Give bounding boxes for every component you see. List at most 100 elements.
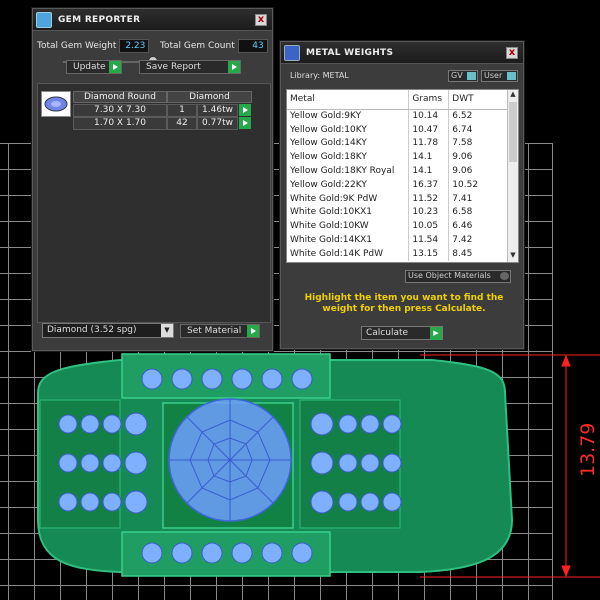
- play-arrow-icon: ▶: [430, 327, 442, 340]
- metal-name-cell: Yellow Gold:9KY: [287, 109, 410, 123]
- grams-cell: 14.1: [408, 150, 450, 165]
- update-button-label: Update: [73, 62, 106, 72]
- table-scrollbar[interactable]: ▲ ▼: [507, 90, 518, 262]
- grams-cell: 11.52: [408, 191, 450, 206]
- user-toggle-label: User: [484, 71, 503, 80]
- metal-name-cell: White Gold:10KX1: [287, 205, 410, 220]
- metal-name-cell: Yellow Gold:18KY: [287, 150, 410, 165]
- material-select[interactable]: Diamond (3.52 spg) ▼: [42, 323, 174, 338]
- update-button[interactable]: Update: [66, 60, 122, 74]
- play-arrow-icon: [228, 61, 240, 73]
- table-row[interactable]: Yellow Gold:22KY 16.37 10.52: [287, 177, 509, 192]
- table-row[interactable]: Yellow Gold:10KY 10.47 6.74: [287, 122, 509, 137]
- metal-name-cell: White Gold:9K PdW: [287, 191, 410, 206]
- grams-cell: 14.1: [408, 164, 450, 178]
- gem-count-cell[interactable]: 42: [167, 117, 197, 130]
- metal-table: Metal Grams DWT Yellow Gold:9KY 10.14 6.52…: [286, 89, 519, 263]
- metal-name-cell: Yellow Gold:10KY: [287, 122, 410, 137]
- table-header-gem-type: Diamond Round: [73, 91, 167, 103]
- scroll-down-icon[interactable]: ▼: [508, 251, 518, 262]
- use-object-materials-label: Use Object Materials: [408, 271, 491, 280]
- metal-name-cell: Yellow Gold:14KY: [287, 136, 410, 151]
- gem-weight-cell[interactable]: 0.77tw: [197, 117, 238, 130]
- column-header-grams[interactable]: Grams: [408, 90, 450, 110]
- grams-cell: 10.14: [408, 109, 450, 123]
- grams-cell: 10.47: [408, 122, 450, 137]
- select-row-arrow-icon[interactable]: [239, 104, 251, 116]
- dwt-cell: 6.74: [448, 122, 509, 137]
- table-row[interactable]: White Gold:14K PdW 13.15 8.45: [287, 246, 509, 261]
- dwt-cell: 9.06: [448, 150, 509, 165]
- gv-toggle-label: GV: [451, 71, 463, 80]
- material-select-value: Diamond (3.52 spg): [47, 325, 137, 335]
- save-report-label: Save Report: [146, 62, 201, 72]
- user-toggle[interactable]: User: [481, 70, 518, 82]
- gem-size-cell[interactable]: 1.70 X 1.70: [73, 117, 167, 130]
- chevron-down-icon: ▼: [161, 324, 173, 337]
- select-row-arrow-icon[interactable]: [239, 117, 251, 129]
- grams-cell: 10.23: [408, 205, 450, 220]
- gem-thumbnail[interactable]: [41, 91, 71, 117]
- metal-name-cell: White Gold:10KW: [287, 219, 410, 234]
- gem-size-cell[interactable]: 7.30 X 7.30: [73, 104, 167, 117]
- total-gem-count-value: 43: [237, 39, 268, 53]
- close-icon[interactable]: x: [255, 13, 267, 26]
- gem-reporter-panel: GEM REPORTER x Total Gem Weight 2.23 Tot…: [32, 8, 273, 351]
- close-icon[interactable]: x: [506, 46, 518, 59]
- grams-cell: 11.54: [408, 233, 450, 247]
- set-material-button[interactable]: Set Material: [180, 324, 260, 338]
- dwt-cell: 10.52: [448, 177, 509, 192]
- total-gem-count-row: Total Gem Count 43: [160, 38, 268, 54]
- dwt-cell: 6.52: [448, 109, 509, 123]
- dwt-cell: 7.41: [448, 191, 509, 206]
- total-gem-count-label: Total Gem Count: [160, 41, 235, 51]
- calculate-label: Calculate: [366, 328, 409, 338]
- play-arrow-icon: [109, 61, 121, 73]
- total-gem-weight-value: 2.23: [119, 39, 150, 53]
- table-row[interactable]: Yellow Gold:14KY 11.78 7.58: [287, 136, 509, 151]
- instruction-text: Highlight the item you want to find the …: [304, 293, 504, 314]
- gem-reporter-titlebar[interactable]: GEM REPORTER x: [33, 9, 272, 31]
- gem-reporter-app-icon: [36, 11, 52, 28]
- gv-toggle[interactable]: GV: [448, 70, 478, 82]
- metal-name-cell: White Gold:14KX1: [287, 233, 410, 247]
- table-row[interactable]: White Gold:14KX1 11.54 7.42: [287, 233, 509, 247]
- column-header-metal[interactable]: Metal: [287, 90, 410, 110]
- metal-name-cell: Yellow Gold:18KY Royal: [287, 164, 410, 178]
- checkbox-icon: [507, 72, 516, 80]
- use-object-materials-toggle[interactable]: Use Object Materials: [405, 270, 511, 283]
- gem-weight-cell[interactable]: 1.46tw: [197, 104, 238, 117]
- checkbox-icon: [467, 72, 476, 80]
- gem-list: Diamond Round Diamond 7.30 X 7.30 1 1.46…: [37, 83, 271, 323]
- grams-cell: 13.15: [408, 246, 450, 261]
- radio-icon: [500, 272, 509, 280]
- gem-count-cell[interactable]: 1: [167, 104, 197, 117]
- metal-weights-panel: METAL WEIGHTS x Library: METAL GV User M…: [280, 41, 524, 349]
- play-arrow-icon: [247, 325, 259, 337]
- table-header-material: Diamond: [167, 91, 252, 103]
- table-row[interactable]: Yellow Gold:18KY 14.1 9.06: [287, 150, 509, 165]
- total-gem-weight-row: Total Gem Weight 2.23: [37, 38, 150, 54]
- scroll-up-icon[interactable]: ▲: [508, 90, 518, 101]
- ring-model: [37, 353, 514, 577]
- scale-icon: [284, 44, 300, 61]
- column-header-dwt[interactable]: DWT: [448, 90, 509, 110]
- dwt-cell: 6.46: [448, 219, 509, 234]
- dwt-cell: 7.42: [448, 233, 509, 247]
- metal-name-cell: White Gold:14K PdW: [287, 246, 410, 261]
- grams-cell: 10.05: [408, 219, 450, 234]
- table-row[interactable]: White Gold:10KW 10.05 6.46: [287, 219, 509, 234]
- table-row[interactable]: Yellow Gold:9KY 10.14 6.52: [287, 109, 509, 123]
- dwt-cell: 9.06: [448, 164, 509, 178]
- total-gem-weight-label: Total Gem Weight: [37, 41, 117, 51]
- metal-weights-titlebar[interactable]: METAL WEIGHTS x: [281, 42, 523, 64]
- table-row[interactable]: Yellow Gold:18KY Royal 14.1 9.06: [287, 164, 509, 178]
- scrollbar-thumb[interactable]: [509, 102, 517, 162]
- table-row[interactable]: White Gold:10KX1 10.23 6.58: [287, 205, 509, 220]
- gem-reporter-title: GEM REPORTER: [58, 14, 141, 25]
- calculate-button[interactable]: Calculate ▶: [361, 326, 443, 340]
- library-label: Library: METAL: [290, 71, 349, 80]
- dwt-cell: 7.58: [448, 136, 509, 151]
- table-row[interactable]: White Gold:9K PdW 11.52 7.41: [287, 191, 509, 206]
- save-report-button[interactable]: Save Report: [139, 60, 241, 74]
